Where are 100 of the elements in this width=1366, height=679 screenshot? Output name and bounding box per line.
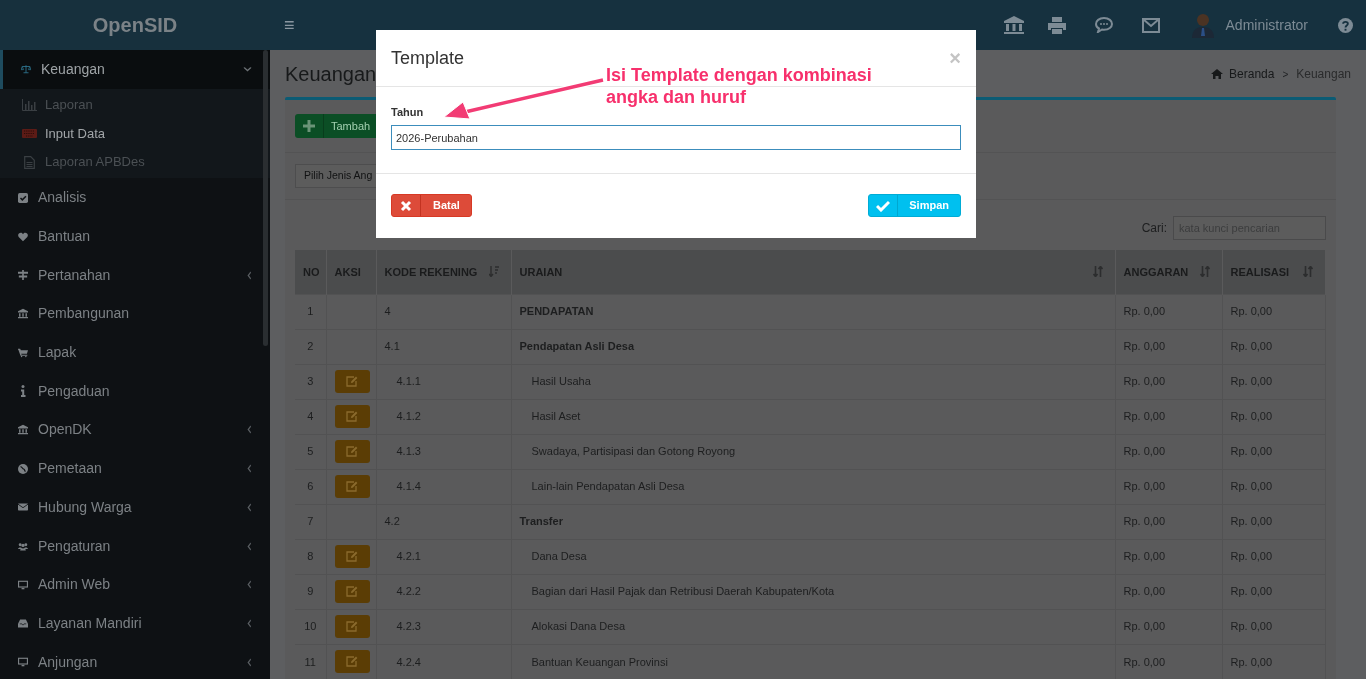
- table-cell: PENDAPATAN: [511, 294, 1115, 329]
- sidebar-item[interactable]: Pemetaan: [0, 449, 270, 488]
- users-icon: [18, 540, 28, 552]
- check-icon: [876, 199, 891, 212]
- table-cell: 5: [295, 434, 326, 469]
- table-cell: 3: [295, 364, 326, 399]
- sidebar-item[interactable]: Hubung Warga: [0, 487, 270, 527]
- sort-icon[interactable]: [1199, 266, 1210, 278]
- sidebar-item[interactable]: Layanan Mandiri: [0, 604, 270, 643]
- sidebar-item[interactable]: Bantuan: [0, 217, 270, 256]
- mail-icon[interactable]: [1141, 17, 1160, 33]
- edit-icon: [346, 376, 358, 387]
- inbox-icon: [18, 617, 28, 629]
- table-cell: 4.1.2: [376, 399, 511, 434]
- table-cell: 1: [295, 294, 326, 329]
- bank-icon[interactable]: [1003, 16, 1024, 34]
- plus-icon: [303, 120, 315, 132]
- sort-icon[interactable]: [488, 266, 499, 278]
- help-icon[interactable]: [1338, 17, 1353, 33]
- table-cell: 11: [295, 644, 326, 679]
- table-cell: 4.2.1: [376, 539, 511, 574]
- page-title: Keuangan: [285, 62, 377, 87]
- edit-button[interactable]: [334, 440, 370, 463]
- sidebar-item[interactable]: Pertanahan: [0, 255, 270, 295]
- app-logo[interactable]: OpenSID: [92, 10, 178, 40]
- edit-icon: [346, 411, 358, 422]
- sidebar-item[interactable]: Pengaturan: [0, 526, 270, 566]
- keyboard-icon: [21, 129, 37, 139]
- info-icon: [20, 385, 26, 398]
- table-cell: Bagian dari Hasil Pajak dan Retribusi Daerah Kabupaten/Kota: [511, 574, 1115, 609]
- table-cell: Swadaya, Partisipasi dan Gotong Royong: [511, 434, 1115, 469]
- edit-icon: [346, 586, 358, 597]
- table-cell: Pendapatan Asli Desa: [511, 329, 1115, 364]
- edit-icon: [346, 621, 358, 632]
- monitor-icon: [18, 656, 28, 669]
- search-label: Cari:: [1141, 220, 1167, 237]
- user-name[interactable]: Administrator: [1225, 14, 1308, 36]
- edit-button[interactable]: [334, 650, 370, 674]
- home-icon: [1211, 69, 1224, 79]
- modal-title: Template: [391, 46, 465, 70]
- scrollbar-thumb[interactable]: [263, 50, 268, 346]
- printer-icon[interactable]: [1047, 16, 1066, 34]
- edit-button[interactable]: [334, 475, 370, 498]
- bank-icon: [18, 423, 28, 437]
- table-cell: 10: [295, 609, 326, 644]
- bank-icon: [18, 307, 28, 321]
- table-cell: 4.1.1: [376, 364, 511, 399]
- chart-icon: [21, 99, 37, 111]
- annotation-text: Isi Template dengan kombinasi angka dan huruf: [606, 64, 873, 108]
- checkbox-icon: [18, 191, 28, 204]
- edit-button[interactable]: [334, 370, 370, 393]
- table-cell: 4: [295, 399, 326, 434]
- close-icon: [400, 199, 412, 212]
- edit-icon: [346, 551, 358, 562]
- cart-icon: [18, 346, 28, 359]
- sidebar-item[interactable]: Pembangunan: [0, 294, 270, 334]
- signpost-icon: [18, 269, 28, 282]
- edit-icon: [346, 446, 358, 457]
- table-cell: Hasil Aset: [511, 399, 1115, 434]
- table-cell: 4.2.3: [376, 609, 511, 644]
- sidebar-item[interactable]: Analisis: [0, 178, 270, 218]
- edit-icon: [346, 481, 358, 492]
- avatar-icon[interactable]: [1190, 12, 1215, 38]
- table-cell: Alokasi Dana Desa: [511, 609, 1115, 644]
- table-cell: 4.2.4: [376, 644, 511, 679]
- submenu-item[interactable]: Input Data: [0, 119, 270, 148]
- sidebar-item[interactable]: OpenDK: [0, 410, 270, 450]
- chat-icon[interactable]: [1094, 17, 1113, 33]
- sidebar-item[interactable]: Pengaduan: [0, 371, 270, 411]
- table-cell: Transfer: [511, 504, 1115, 539]
- table-cell: 2: [295, 329, 326, 364]
- table-cell: 4.1.3: [376, 434, 511, 469]
- document-icon: [23, 155, 35, 169]
- year-field[interactable]: 2026-Perubahan: [391, 125, 961, 150]
- sidebar-item[interactable]: Admin Web: [0, 565, 270, 605]
- table-cell: Dana Desa: [511, 539, 1115, 574]
- cancel-button[interactable]: Batal: [391, 194, 472, 217]
- field-label: Tahun: [391, 105, 425, 120]
- breadcrumb-link[interactable]: Beranda: [1229, 65, 1275, 83]
- table-cell: Hasil Usaha: [511, 364, 1115, 399]
- sort-icon[interactable]: [1302, 266, 1313, 278]
- edit-button[interactable]: [334, 545, 370, 568]
- table-cell: 8: [295, 539, 326, 574]
- monitor-icon: [18, 578, 28, 591]
- table-cell: 4.1.4: [376, 469, 511, 504]
- heart-icon: [18, 230, 28, 243]
- edit-button[interactable]: [334, 580, 370, 603]
- table-cell: 6: [295, 469, 326, 504]
- table-cell: 4: [376, 294, 511, 329]
- table-cell: 4.1: [376, 329, 511, 364]
- sidebar-item[interactable]: Keuangan: [0, 50, 270, 89]
- sidebar-item[interactable]: Lapak: [0, 333, 270, 372]
- breadcrumb-separator: >: [1282, 67, 1289, 82]
- sort-icon[interactable]: [1092, 266, 1103, 278]
- edit-icon: [346, 656, 358, 668]
- table-cell: Lain-lain Pendapatan Asli Desa: [511, 469, 1115, 504]
- edit-button[interactable]: [334, 615, 370, 638]
- sidebar-item[interactable]: Anjungan: [0, 642, 270, 679]
- edit-button[interactable]: [334, 405, 370, 428]
- mail-icon: [18, 502, 28, 513]
